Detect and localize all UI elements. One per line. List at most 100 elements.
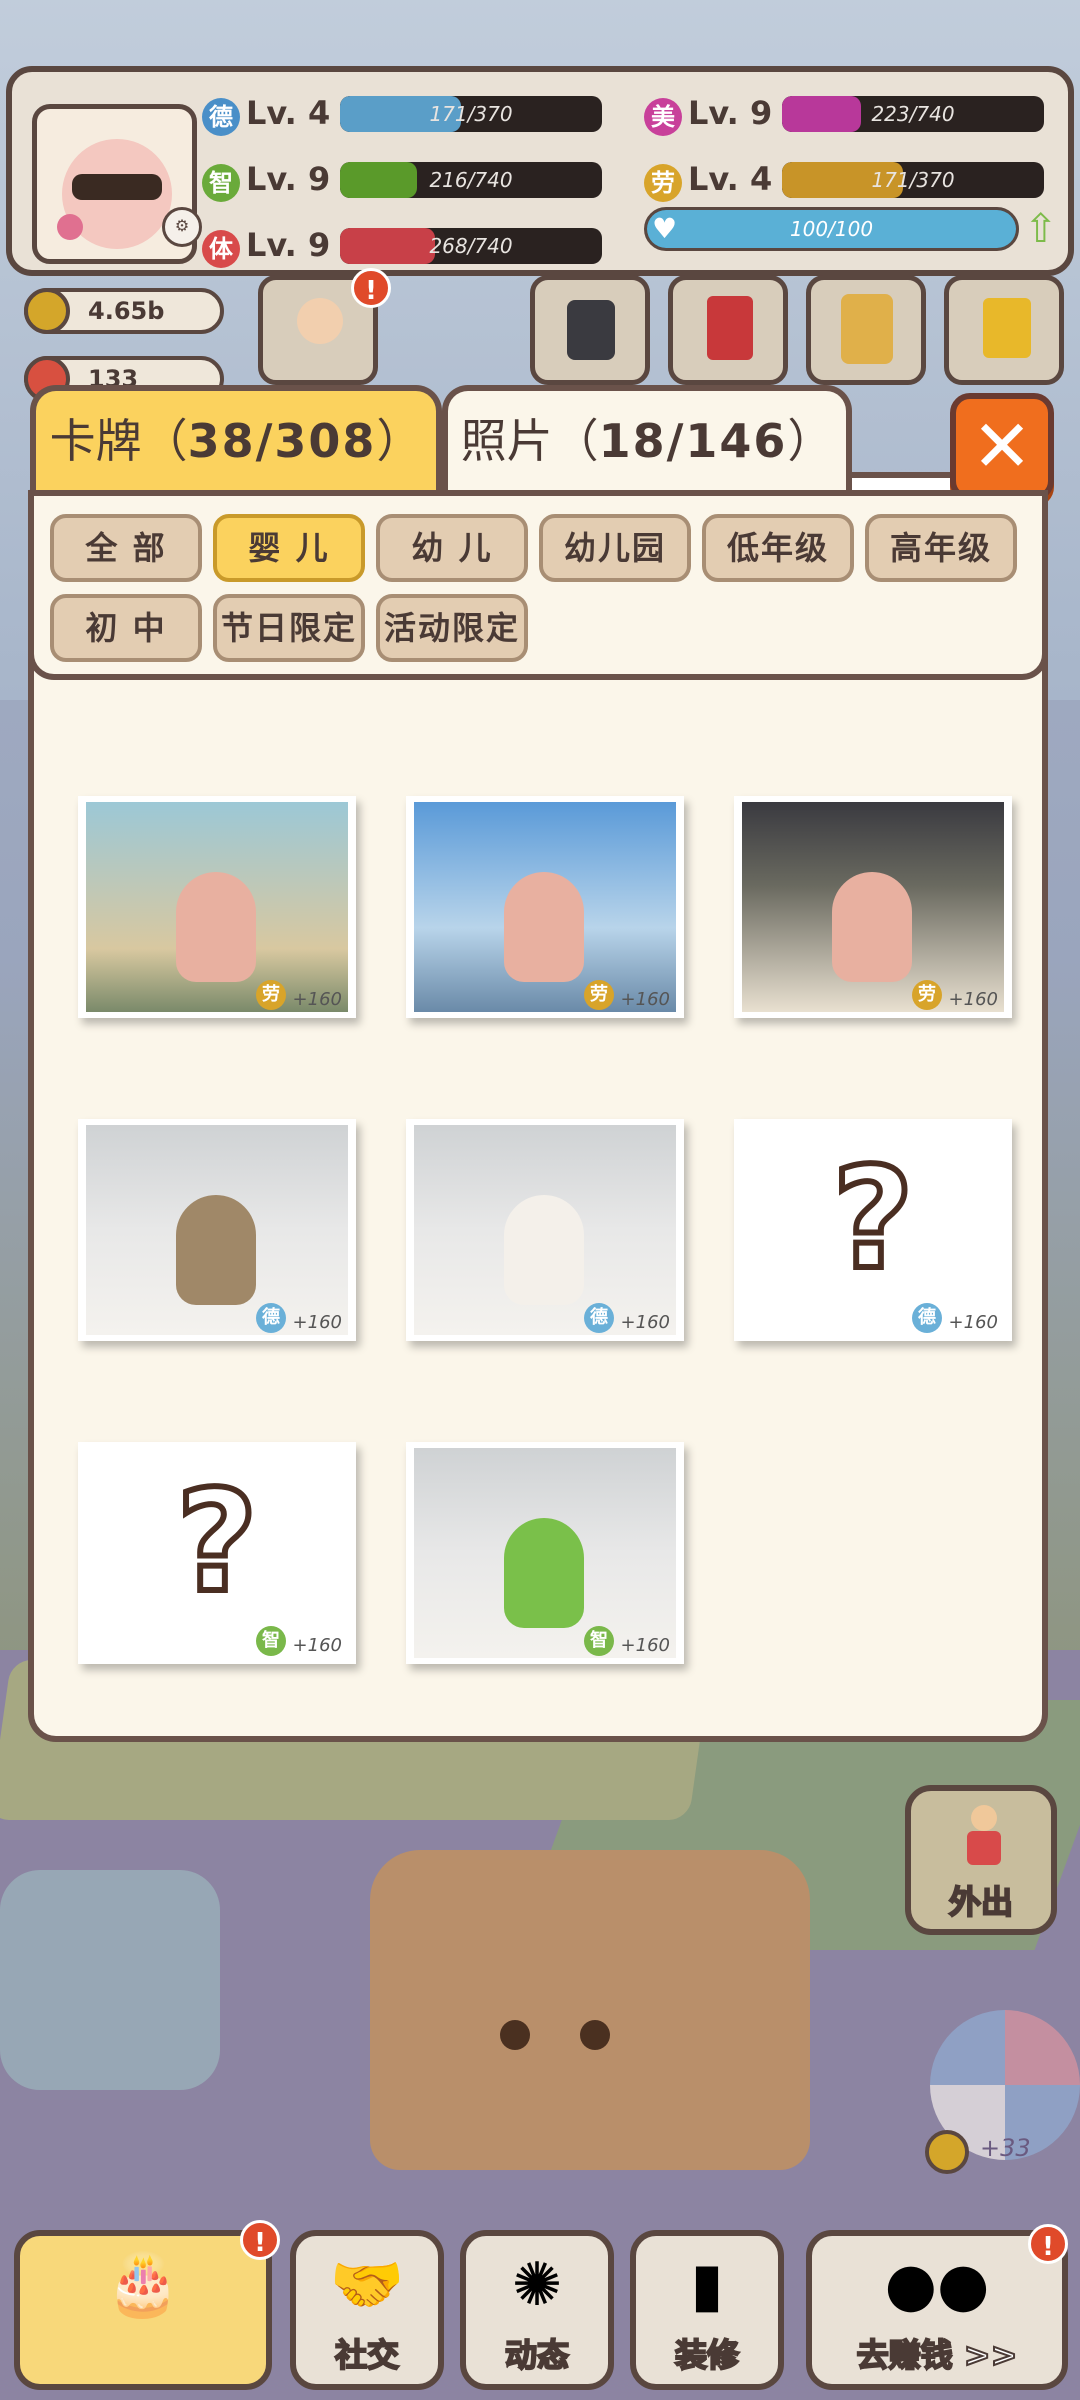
stat-icon-0: 德 xyxy=(202,98,240,136)
filter-button-1[interactable]: 婴 儿 xyxy=(213,514,365,582)
stat-badge: 德 xyxy=(584,1303,614,1333)
outfit-button[interactable] xyxy=(530,275,650,385)
photo-card[interactable]: 劳 +160 xyxy=(78,796,356,1018)
coin-icon xyxy=(24,288,70,334)
filter-button-7[interactable]: 节日限定 xyxy=(213,594,365,662)
nav-decorate[interactable]: ▮ 装修 xyxy=(630,2230,784,2390)
baby-figure xyxy=(832,872,912,982)
stat-bonus: +160 xyxy=(620,989,670,1010)
stat-bonus: +160 xyxy=(292,989,342,1010)
book-button[interactable] xyxy=(668,275,788,385)
stat-badge: 劳 xyxy=(256,980,286,1010)
paint-roller-icon: ▮ xyxy=(690,2250,724,2320)
photo-card[interactable]: 德 +160 xyxy=(78,1119,356,1341)
ball-coin-count: +33 xyxy=(980,2134,1031,2162)
tab-cards-label: 卡牌（ xyxy=(49,414,188,468)
stat-bonus: +160 xyxy=(948,989,998,1010)
tab-photos[interactable]: 照片（18/146） xyxy=(442,385,852,497)
suit-icon xyxy=(567,300,615,360)
close-button[interactable]: ✕ xyxy=(950,393,1054,501)
locked-photo: ? xyxy=(86,1448,348,1658)
tab-photos-label: 照片（ xyxy=(460,414,599,468)
tab-photos-close-paren: ） xyxy=(787,414,834,468)
photo-image-chef xyxy=(414,1125,676,1335)
nav-social[interactable]: 🤝 社交 xyxy=(290,2230,444,2390)
stat-bonus: +160 xyxy=(292,1635,342,1656)
photo-card[interactable]: 劳 +160 xyxy=(406,796,684,1018)
cake-icon: 🎂 xyxy=(105,2250,181,2320)
baby-figure xyxy=(504,1195,584,1305)
stat-bar-text-0: 171/370 xyxy=(429,102,513,126)
stat-badge: 劳 xyxy=(912,980,942,1010)
filter-button-5[interactable]: 高年级 xyxy=(865,514,1017,582)
filter-button-8[interactable]: 活动限定 xyxy=(376,594,528,662)
nav-social-label: 社交 xyxy=(334,2335,400,2375)
stat-bar-3: 223/740 xyxy=(782,96,1044,132)
photo-card[interactable]: 德 +160 xyxy=(406,1119,684,1341)
nav-decorate-label: 装修 xyxy=(674,2335,740,2375)
cat-box[interactable] xyxy=(370,1850,810,2170)
tab-cards-count: 38/308 xyxy=(187,414,377,468)
stats-panel: ⚙ 德 Lv. 4 171/370 智 Lv. 9 216/740 体 Lv. 9 268/74… xyxy=(6,66,1074,276)
nav-feed-label: 动态 xyxy=(504,2335,570,2375)
tab-photos-count: 18/146 xyxy=(598,414,788,468)
running-kid-icon xyxy=(957,1805,1009,1875)
stat-icon-1: 智 xyxy=(202,164,240,202)
close-icon: ✕ xyxy=(971,404,1033,488)
task-button[interactable] xyxy=(806,275,926,385)
stat-bar-text-1: 216/740 xyxy=(429,168,513,192)
filter-button-0[interactable]: 全 部 xyxy=(50,514,202,582)
filter-panel: 全 部婴 儿幼 儿幼儿园 低年级 高年级初 中节日限定 活动限定 xyxy=(28,490,1048,680)
nav-feed[interactable]: ✺ 动态 xyxy=(460,2230,614,2390)
filter-button-3[interactable]: 幼儿园 xyxy=(539,514,691,582)
clipboard-icon xyxy=(841,294,893,364)
gold-coins-icon: ●● xyxy=(884,2250,990,2320)
photo-card[interactable]: 劳 +160 xyxy=(734,796,1012,1018)
photo-image-daycare xyxy=(742,802,1004,1012)
stat-bonus: +160 xyxy=(948,1312,998,1333)
stat-bar-1: 216/740 xyxy=(340,162,602,198)
pinwheel-icon: ✺ xyxy=(511,2250,563,2320)
upgrade-arrow-icon[interactable]: ⇧ xyxy=(1024,207,1058,251)
study-teacher-button[interactable]: ! xyxy=(258,268,391,385)
stat-bonus: +160 xyxy=(620,1635,670,1656)
stat-level-0: Lv. 4 xyxy=(246,94,331,132)
stat-bar-2: 268/740 xyxy=(340,228,602,264)
coin-counter[interactable]: 4.65b xyxy=(24,288,224,334)
heart-icon: ♥ xyxy=(652,212,678,245)
filter-button-2[interactable]: 幼 儿 xyxy=(376,514,528,582)
health-bar: 100/100 xyxy=(644,207,1019,251)
tab-cards-close-paren: ） xyxy=(376,414,423,468)
stat-icon-4: 劳 xyxy=(644,164,682,202)
stat-level-2: Lv. 9 xyxy=(246,226,331,264)
photo-card[interactable]: ? 智 +160 xyxy=(78,1442,356,1664)
photo-image-dino xyxy=(414,1448,676,1658)
nav-earn[interactable]: ●● 去赚钱 >> ! xyxy=(806,2224,1068,2390)
baby-figure xyxy=(504,1518,584,1628)
filter-button-4[interactable]: 低年级 xyxy=(702,514,854,582)
pacifier-icon xyxy=(57,214,83,240)
question-mark-icon: ? xyxy=(173,1458,260,1627)
filter-button-6[interactable]: 初 中 xyxy=(50,594,202,662)
stat-level-1: Lv. 9 xyxy=(246,160,331,198)
stat-bonus: +160 xyxy=(620,1312,670,1333)
stat-bonus: +160 xyxy=(292,1312,342,1333)
photo-card[interactable]: 智 +160 xyxy=(406,1442,684,1664)
tab-cards[interactable]: 卡牌（38/308） xyxy=(30,385,442,497)
stat-badge: 德 xyxy=(912,1303,942,1333)
handshake-icon: 🤝 xyxy=(329,2250,405,2320)
settings-gear-icon[interactable]: ⚙ xyxy=(162,207,202,247)
stat-level-4: Lv. 4 xyxy=(688,160,773,198)
stat-bar-4: 171/370 xyxy=(782,162,1044,198)
go-out-label: 外出 xyxy=(948,1882,1014,1922)
photo-card[interactable]: ? 德 +160 xyxy=(734,1119,1012,1341)
cat-eye-right xyxy=(580,2020,610,2050)
study-alert-badge: ! xyxy=(351,268,391,308)
teacher-icon xyxy=(297,298,343,344)
ranking-button[interactable] xyxy=(944,275,1064,385)
bathtub[interactable] xyxy=(0,1870,220,2090)
baby-figure xyxy=(176,1195,256,1305)
nav-home[interactable]: 🎂 ! xyxy=(14,2220,280,2390)
go-out-button[interactable]: 外出 xyxy=(905,1785,1057,1935)
earn-alert-badge: ! xyxy=(1028,2224,1068,2264)
